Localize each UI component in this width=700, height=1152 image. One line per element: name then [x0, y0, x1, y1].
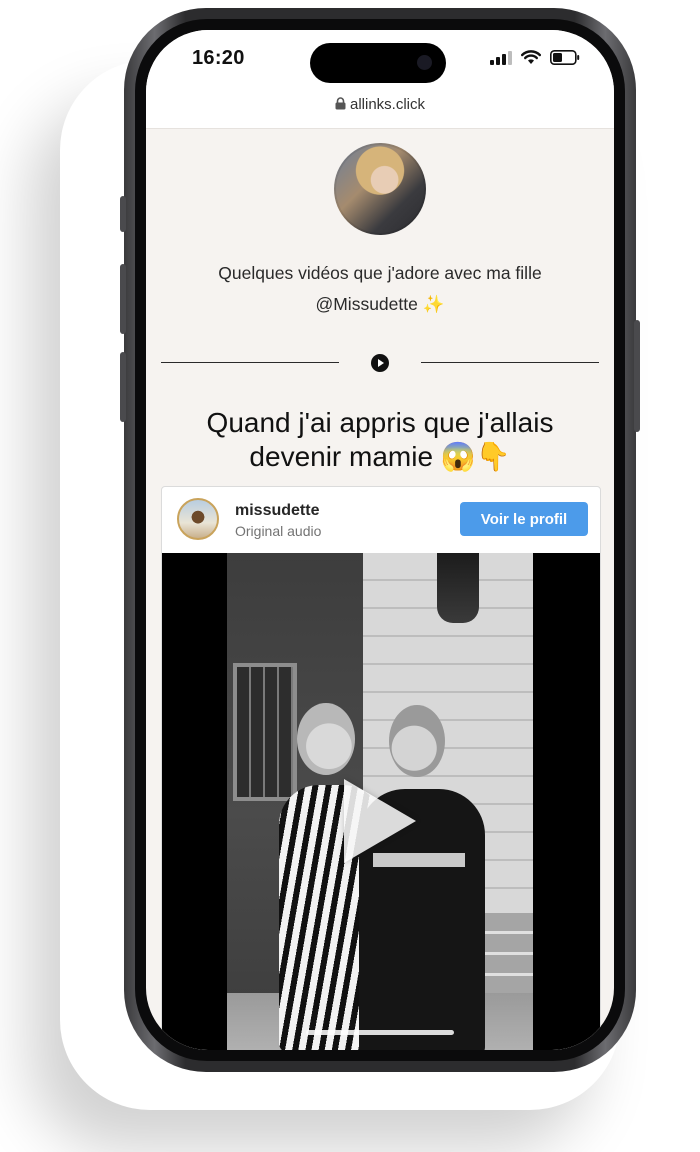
- divider-right: [421, 362, 599, 363]
- profile-bio: Quelques vidéos que j'adore avec ma fill…: [176, 258, 584, 320]
- section-heading: Quand j'ai appris que j'allais devenir m…: [166, 406, 594, 474]
- browser-url-bar[interactable]: allinks.click: [146, 92, 614, 129]
- power-button: [634, 320, 640, 432]
- battery-icon: [550, 50, 580, 65]
- phone-bezel: 16:20 allinks.click Quelques vidéos que …: [135, 19, 625, 1061]
- thumb-person-right-head: [389, 705, 445, 777]
- thumb-lamp: [437, 553, 479, 623]
- lock-icon: [335, 97, 346, 110]
- phone-frame: 16:20 allinks.click Quelques vidéos que …: [120, 8, 640, 1072]
- heading-line-2: devenir mamie 😱👇: [249, 441, 511, 472]
- thumb-person-left-head: [297, 703, 355, 775]
- action-button: [120, 196, 126, 232]
- embed-audio-label[interactable]: Original audio: [235, 523, 321, 539]
- play-circle-icon: [371, 354, 389, 372]
- heading-line-1: Quand j'ai appris que j'allais: [206, 407, 554, 438]
- phone-screen: 16:20 allinks.click Quelques vidéos que …: [146, 30, 614, 1050]
- embed-header: missudette Original audio Voir le profil: [162, 487, 600, 553]
- home-indicator[interactable]: [306, 1030, 454, 1035]
- camera-icon: [417, 55, 432, 70]
- video-play-icon[interactable]: [344, 779, 416, 863]
- video-player[interactable]: [162, 553, 600, 1050]
- wifi-icon: [521, 50, 541, 64]
- volume-up-button: [120, 264, 126, 334]
- mockup-stage: 16:20 allinks.click Quelques vidéos que …: [0, 0, 700, 1152]
- status-icons: [490, 50, 580, 65]
- thumb-window: [233, 663, 297, 801]
- bio-line-1: Quelques vidéos que j'adore avec ma fill…: [218, 263, 542, 283]
- view-profile-button[interactable]: Voir le profil: [460, 502, 588, 536]
- dynamic-island: [310, 43, 446, 83]
- status-time: 16:20: [192, 47, 245, 69]
- embed-avatar[interactable]: [177, 498, 219, 540]
- instagram-embed: missudette Original audio Voir le profil: [161, 486, 601, 1050]
- signal-icon: [490, 50, 512, 65]
- profile-avatar: [334, 143, 426, 235]
- divider-left: [161, 362, 339, 363]
- volume-down-button: [120, 352, 126, 422]
- bio-line-2: @Missudette ✨: [315, 294, 445, 314]
- url-text: allinks.click: [349, 96, 425, 113]
- embed-username[interactable]: missudette: [235, 502, 319, 520]
